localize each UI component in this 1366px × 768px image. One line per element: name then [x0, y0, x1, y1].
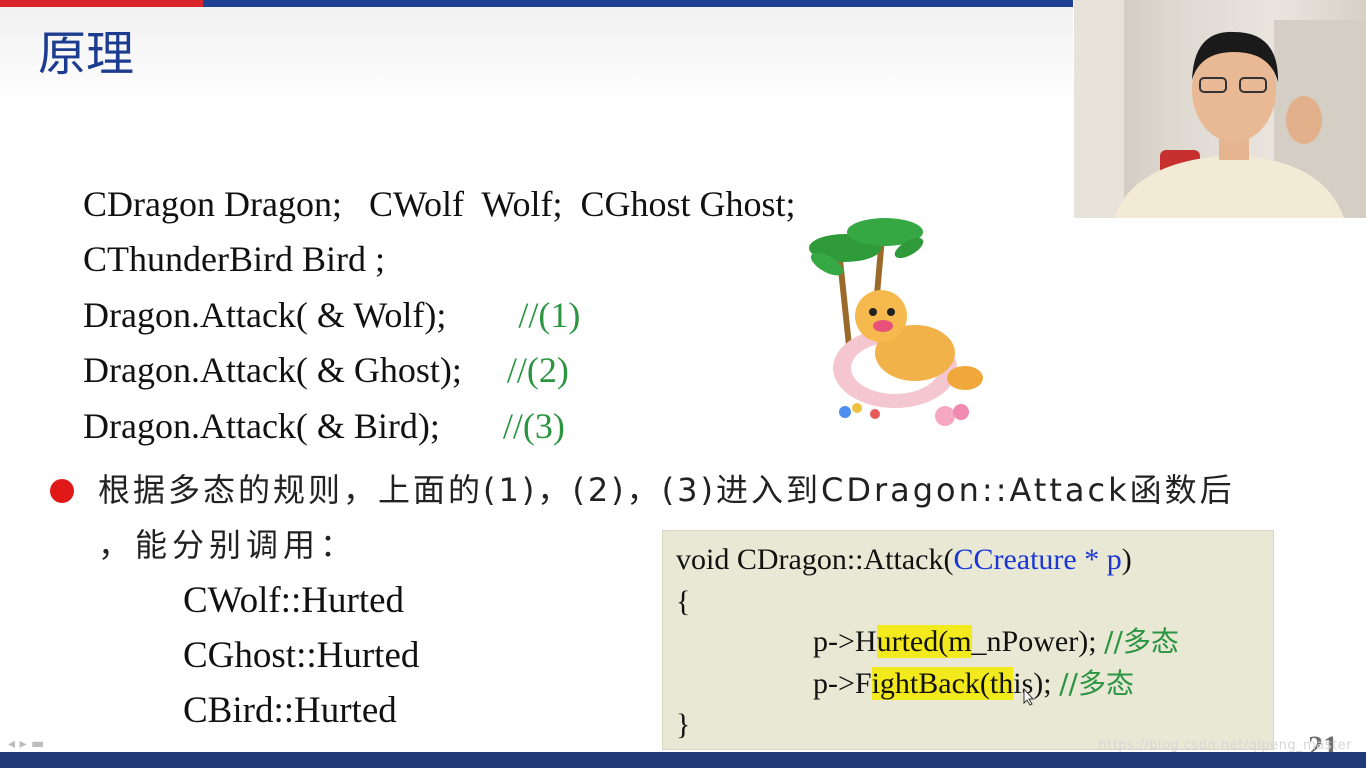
- line1-suffix: _nPower);: [971, 625, 1097, 658]
- bullet-text-line2: ，能分别调用：: [98, 526, 358, 564]
- player-controls-icon[interactable]: ◂ ▸ ▬: [8, 736, 44, 752]
- presenter-video-icon: [1074, 0, 1366, 218]
- header-band: [0, 7, 1073, 107]
- hurted-list-item: CWolf::Hurted: [183, 580, 405, 621]
- line1-prefix: p->H: [813, 625, 877, 658]
- bullet-dot: [50, 479, 74, 503]
- code-snippet-box: void CDragon::Attack(CCreature * p) { p-…: [662, 530, 1274, 750]
- hurted-list-item: CGhost::Hurted: [183, 635, 420, 676]
- line1-comment: //多态: [1104, 625, 1179, 658]
- line2-highlight: ightBack(th: [871, 667, 1014, 700]
- signature-param: CCreature * p: [953, 543, 1122, 576]
- top-accent-red: [0, 0, 203, 7]
- top-accent-blue: [203, 0, 1073, 7]
- line2-prefix: p->F: [813, 667, 872, 700]
- signature-prefix: void CDragon::Attack(: [676, 543, 954, 576]
- open-brace: {: [676, 585, 691, 618]
- line1-highlight: urted(m: [876, 625, 972, 658]
- line2-comment: //多态: [1059, 667, 1134, 700]
- signature-suffix: ): [1121, 543, 1132, 576]
- close-brace: }: [676, 708, 691, 741]
- hurted-list-item: CBird::Hurted: [183, 690, 397, 731]
- code-comment: //(3): [502, 406, 565, 446]
- mouse-cursor-icon: [1023, 688, 1035, 706]
- watermark: https://blog.csdn.net/qipeng_master: [1098, 738, 1352, 753]
- function-signature: void CDragon::Attack(CCreature * p): [676, 540, 1132, 580]
- webcam-overlay: [1074, 0, 1366, 218]
- code-text: Dragon.Attack( & Bird);: [83, 406, 503, 446]
- bottom-bar: [0, 752, 1366, 768]
- code-box-line-fightback: p->FightBack(this); //多态: [813, 664, 1134, 704]
- slide-title: 原理: [38, 26, 135, 82]
- code-box-line-hurted: p->Hurted(m_nPower); //多态: [813, 622, 1179, 662]
- cartoon-illustration: [809, 218, 983, 426]
- bullet-text-line1: 根据多态的规则，上面的(1)，(2)，(3)进入到CDragon::Attack…: [98, 471, 1235, 509]
